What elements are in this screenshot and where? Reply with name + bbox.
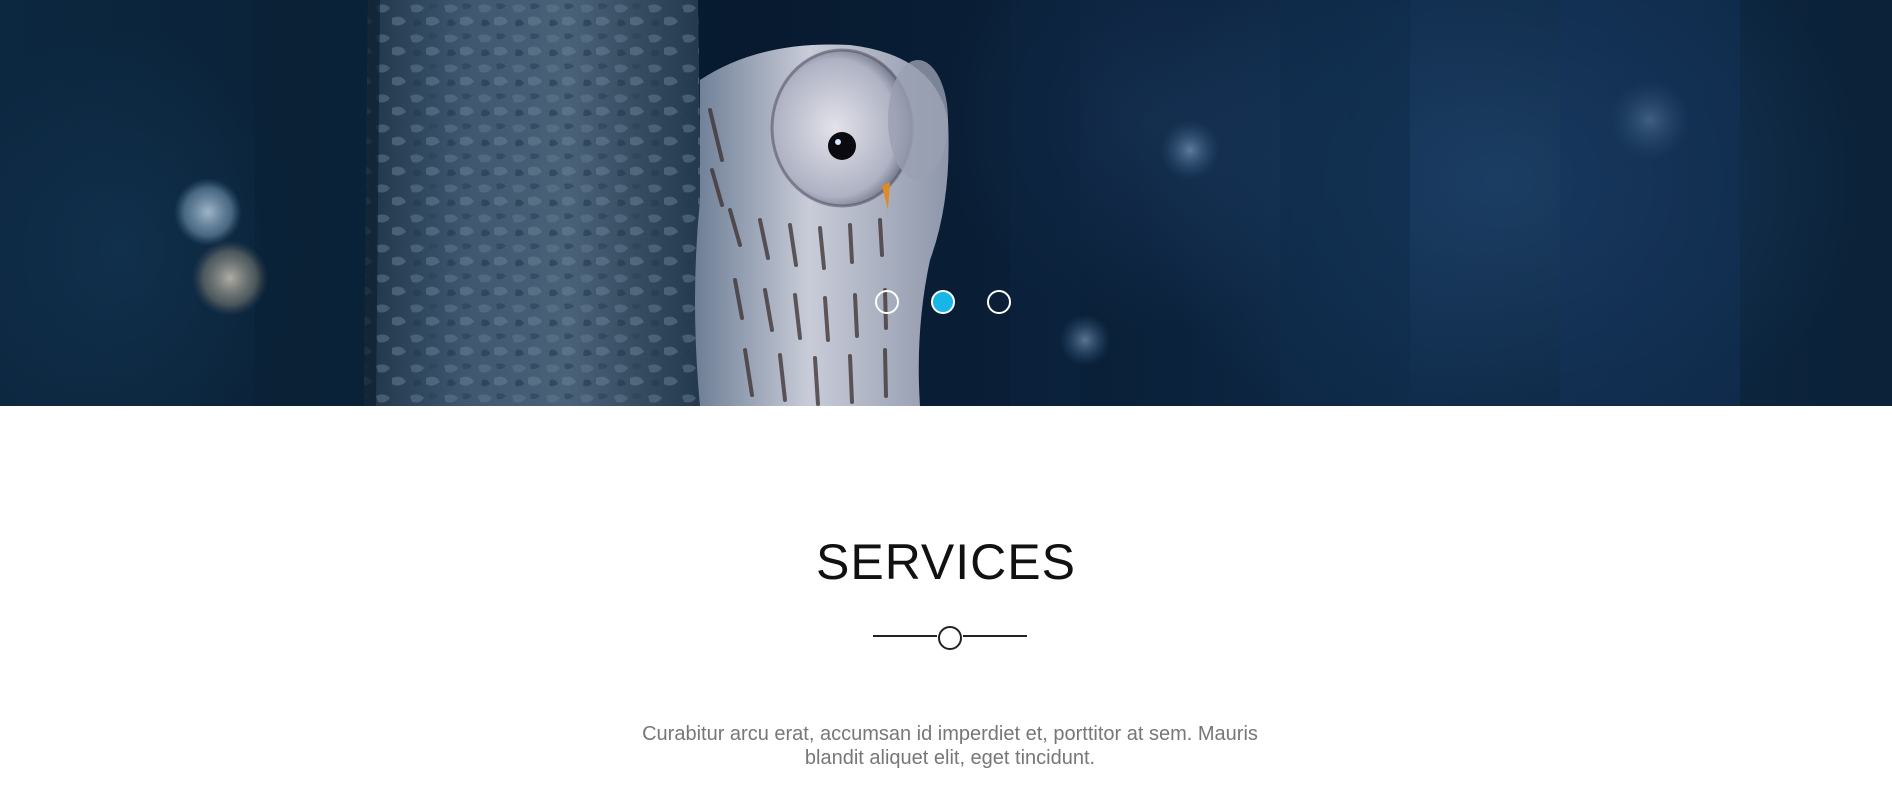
services-description: Curabitur arcu erat, accumsan id imperdi… <box>642 723 1258 769</box>
section-divider <box>873 624 1027 652</box>
divider-line-right <box>963 635 1027 637</box>
slide-dot-2[interactable] <box>931 290 955 314</box>
hero-slider <box>0 0 1892 406</box>
slide-dot-3[interactable] <box>987 290 1011 314</box>
services-title: SERVICES <box>816 534 1076 590</box>
owl-photo <box>174 0 1740 406</box>
divider-circle-icon <box>938 626 962 650</box>
divider-line-left <box>873 635 937 637</box>
slider-pagination <box>875 290 1011 314</box>
slide-dot-1[interactable] <box>875 290 899 314</box>
